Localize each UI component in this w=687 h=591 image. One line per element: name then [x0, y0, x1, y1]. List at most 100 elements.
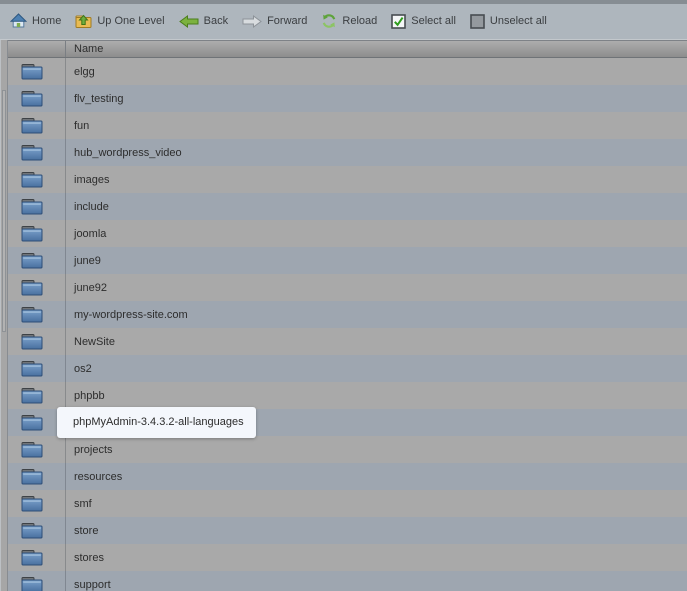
file-row[interactable]: joomla [8, 220, 687, 247]
file-row[interactable]: resources [8, 463, 687, 490]
toolbar-button-label: Select all [411, 15, 456, 27]
up-one-level-icon [75, 13, 92, 29]
folder-icon [8, 274, 65, 301]
file-name[interactable]: projects [74, 444, 113, 456]
toolbar-button-reload[interactable]: Reload [321, 13, 377, 29]
icon-column-header [8, 41, 65, 57]
file-name[interactable]: elgg [74, 66, 95, 78]
file-row[interactable]: smf [8, 490, 687, 517]
name-cell: phpbb [65, 382, 687, 409]
back-arrow-icon [179, 15, 199, 28]
file-row[interactable]: my-wordpress-site.com [8, 301, 687, 328]
file-name[interactable]: NewSite [74, 336, 115, 348]
file-row[interactable]: flv_testing [8, 85, 687, 112]
unselect-all-checkbox-icon [470, 14, 485, 29]
name-cell: store [65, 517, 687, 544]
select-all-checkbox-icon [391, 14, 406, 29]
toolbar-button-label: Home [32, 15, 61, 27]
toolbar-button-back[interactable]: Back [179, 15, 228, 28]
file-name[interactable]: flv_testing [74, 93, 124, 105]
folder-icon [8, 463, 65, 490]
file-name[interactable]: my-wordpress-site.com [74, 309, 188, 321]
file-row[interactable]: phpbb [8, 382, 687, 409]
name-cell: my-wordpress-site.com [65, 301, 687, 328]
folder-icon [8, 58, 65, 85]
left-panel-splitter[interactable] [0, 40, 8, 591]
folder-icon [8, 247, 65, 274]
name-cell: elgg [65, 58, 687, 85]
folder-icon [8, 139, 65, 166]
file-row[interactable]: june92 [8, 274, 687, 301]
file-row[interactable]: june9 [8, 247, 687, 274]
name-cell: resources [65, 463, 687, 490]
toolbar-button-label: Up One Level [97, 15, 164, 27]
name-cell: fun [65, 112, 687, 139]
file-row[interactable]: include [8, 193, 687, 220]
file-row[interactable]: fun [8, 112, 687, 139]
file-name[interactable]: joomla [74, 228, 106, 240]
toolbar-button-label: Unselect all [490, 15, 547, 27]
name-cell: stores [65, 544, 687, 571]
file-name[interactable]: include [74, 201, 109, 213]
folder-icon [8, 571, 65, 591]
name-cell: hub_wordpress_video [65, 139, 687, 166]
name-cell: support [65, 571, 687, 591]
file-name[interactable]: june9 [74, 255, 101, 267]
file-row[interactable]: elgg [8, 58, 687, 85]
folder-icon [8, 436, 65, 463]
file-row[interactable]: projects [8, 436, 687, 463]
file-name[interactable]: stores [74, 552, 104, 564]
file-row[interactable]: images [8, 166, 687, 193]
file-name[interactable]: os2 [74, 363, 92, 375]
file-name[interactable]: phpMyAdmin-3.4.3.2-all-languages [57, 407, 256, 438]
file-row[interactable]: os2 [8, 355, 687, 382]
folder-icon [8, 220, 65, 247]
name-cell: june9 [65, 247, 687, 274]
file-name[interactable]: fun [74, 120, 89, 132]
folder-icon [8, 517, 65, 544]
file-row[interactable]: NewSite [8, 328, 687, 355]
file-name[interactable]: june92 [74, 282, 107, 294]
name-cell: include [65, 193, 687, 220]
file-name[interactable]: hub_wordpress_video [74, 147, 182, 159]
file-name[interactable]: phpbb [74, 390, 105, 402]
toolbar: Home Up One Level Back Forward Reload Select … [0, 0, 687, 40]
toolbar-button-home[interactable]: Home [10, 13, 61, 29]
folder-icon [8, 544, 65, 571]
toolbar-button-label: Reload [342, 15, 377, 27]
toolbar-button-label: Forward [267, 15, 307, 27]
file-name[interactable]: resources [74, 471, 122, 483]
file-name[interactable]: support [74, 579, 111, 591]
file-name[interactable]: store [74, 525, 98, 537]
file-row[interactable]: hub_wordpress_video [8, 139, 687, 166]
name-cell: images [65, 166, 687, 193]
name-cell: flv_testing [65, 85, 687, 112]
file-row[interactable]: support [8, 571, 687, 591]
file-name[interactable]: smf [74, 498, 92, 510]
name-cell: os2 [65, 355, 687, 382]
folder-icon [8, 301, 65, 328]
toolbar-button-up-one-level[interactable]: Up One Level [75, 13, 164, 29]
toolbar-button-select-all[interactable]: Select all [391, 14, 456, 29]
name-cell: smf [65, 490, 687, 517]
folder-icon [8, 328, 65, 355]
reload-icon [321, 13, 337, 29]
toolbar-button-unselect-all[interactable]: Unselect all [470, 14, 547, 29]
file-row[interactable]: store [8, 517, 687, 544]
toolbar-button-forward[interactable]: Forward [242, 15, 307, 28]
name-column-header[interactable]: Name [65, 41, 687, 57]
splitter-thumb[interactable] [2, 90, 6, 332]
name-cell: projects [65, 436, 687, 463]
file-name[interactable]: images [74, 174, 109, 186]
name-cell: NewSite [65, 328, 687, 355]
file-manager-window: Home Up One Level Back Forward Reload Select … [0, 0, 687, 591]
name-cell: phpMyAdmin-3.4.3.2-all-languages [65, 409, 687, 436]
file-row[interactable]: stores [8, 544, 687, 571]
home-icon [10, 13, 27, 29]
name-cell: joomla [65, 220, 687, 247]
folder-icon [8, 166, 65, 193]
toolbar-items: Home Up One Level Back Forward Reload Select … [0, 4, 687, 38]
folder-icon [8, 490, 65, 517]
folder-icon [8, 193, 65, 220]
file-row-highlighted[interactable]: phpMyAdmin-3.4.3.2-all-languages [8, 409, 687, 436]
